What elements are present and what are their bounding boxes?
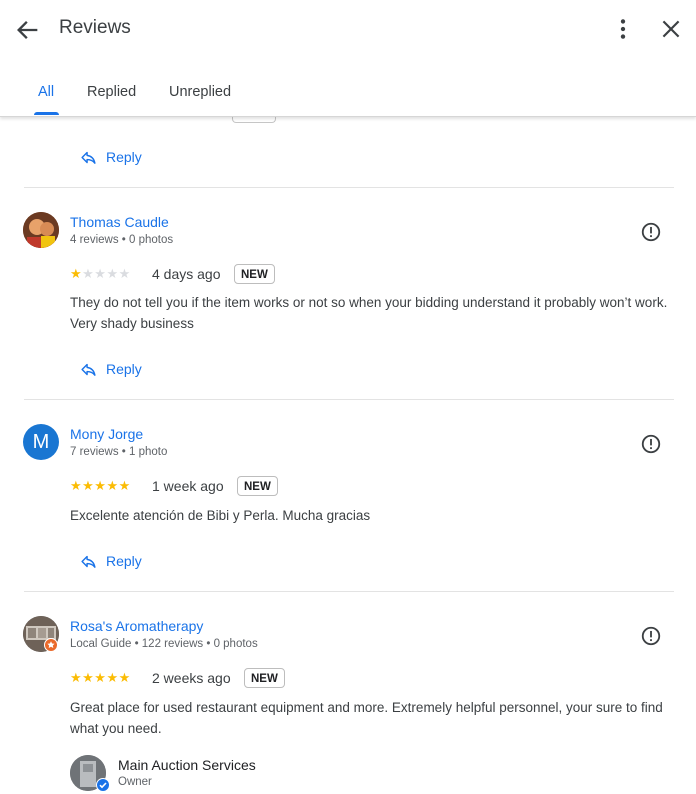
tab-unreplied[interactable]: Unreplied <box>169 84 231 100</box>
reviews-list: Reply Thomas Caudle 4 reviews • 0 photos… <box>0 0 696 794</box>
review-text: Great place for used restaurant equipmen… <box>70 700 663 736</box>
reply-button[interactable]: Reply <box>80 358 142 380</box>
review-text: Excelente atención de Bibi y Perla. Much… <box>70 508 371 523</box>
page-title: Reviews <box>59 17 131 38</box>
reviewer-meta: 7 reviews • 1 photo <box>70 446 168 458</box>
new-badge: NEW <box>234 264 275 284</box>
avatar-photo-icon <box>23 212 59 248</box>
reply-icon <box>81 555 96 568</box>
report-icon[interactable] <box>640 433 662 455</box>
reply-label: Reply <box>106 361 142 377</box>
reply-icon <box>81 151 96 164</box>
divider <box>24 399 674 400</box>
active-tab-indicator <box>34 112 59 115</box>
back-arrow-icon[interactable] <box>14 16 42 44</box>
reply-button[interactable]: Reply <box>80 550 142 572</box>
reviews-header: Reviews All Replied Unreplied <box>0 0 696 117</box>
owner-role: Owner <box>118 776 152 788</box>
review-date: 2 weeks ago <box>152 670 231 686</box>
reviewer-avatar[interactable]: M <box>23 424 59 460</box>
reviewer-meta: 4 reviews • 0 photos <box>70 234 174 246</box>
review-text: They do not tell you if the item works o… <box>70 295 668 331</box>
reviewer-meta: Local Guide • 122 reviews • 0 photos <box>70 638 258 650</box>
report-icon[interactable] <box>640 625 662 647</box>
reply-label: Reply <box>106 553 142 569</box>
new-badge: NEW <box>244 668 285 688</box>
more-options-icon[interactable] <box>610 16 636 42</box>
reviewer-name[interactable]: Rosa's Aromatherapy <box>70 618 203 634</box>
local-guide-icon <box>44 638 58 652</box>
review-date: 4 days ago <box>152 266 221 282</box>
tab-replied[interactable]: Replied <box>87 84 136 100</box>
reply-button[interactable]: Reply <box>80 146 142 168</box>
verified-icon <box>96 778 110 792</box>
reviewer-avatar[interactable] <box>23 212 59 248</box>
divider <box>24 591 674 592</box>
new-badge: NEW <box>237 476 278 496</box>
reply-icon <box>81 363 96 376</box>
star-rating: ★★★★★ <box>70 670 131 685</box>
reply-label: Reply <box>106 149 142 165</box>
tab-all[interactable]: All <box>38 84 54 100</box>
owner-name: Main Auction Services <box>118 757 256 773</box>
report-icon[interactable] <box>640 221 662 243</box>
divider <box>24 187 674 188</box>
avatar-letter: M <box>32 430 50 453</box>
star-rating: ★★★★★ <box>70 478 131 493</box>
close-icon[interactable] <box>658 16 684 42</box>
reviewer-name[interactable]: Thomas Caudle <box>70 214 169 230</box>
star-rating: ★★★★★ <box>70 266 131 281</box>
review-date: 1 week ago <box>152 478 224 494</box>
reviewer-name[interactable]: Mony Jorge <box>70 426 143 442</box>
